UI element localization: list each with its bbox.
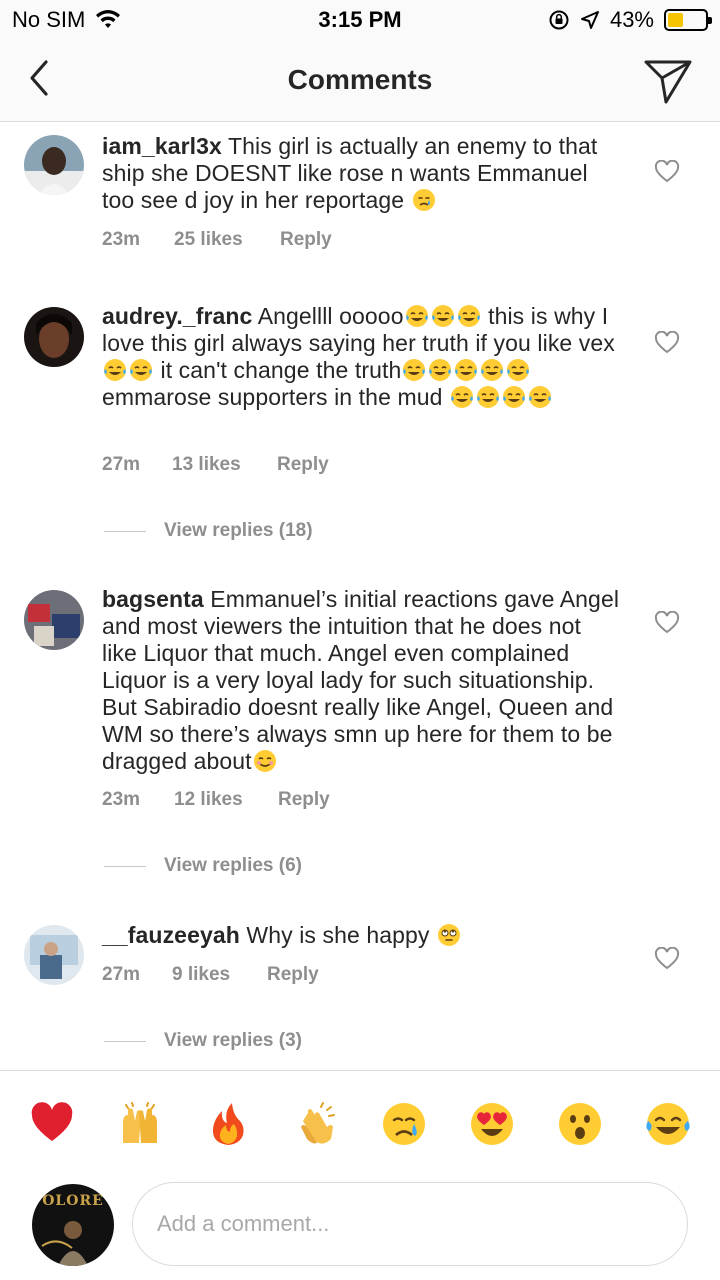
current-user-avatar[interactable]: OLORE xyxy=(32,1184,114,1266)
red-heart-icon[interactable] xyxy=(29,1101,75,1147)
quick-reactions-bar xyxy=(0,1070,720,1176)
like-heart-icon[interactable] xyxy=(654,947,680,971)
heart-eyes-icon[interactable] xyxy=(469,1101,515,1147)
comment-username[interactable]: __fauzeeyah xyxy=(102,922,240,948)
smiling-blush-icon xyxy=(253,750,276,772)
battery-level xyxy=(668,13,684,27)
tears-of-joy-icon xyxy=(130,359,152,381)
comment-body: it can't change the truth xyxy=(154,357,402,383)
avatar[interactable] xyxy=(24,135,84,195)
crying-face-icon xyxy=(412,189,435,211)
tears-of-joy-icon xyxy=(481,359,504,381)
tears-of-joy-icon xyxy=(405,305,428,327)
comment-likes[interactable]: 25 likes xyxy=(174,229,280,251)
orientation-lock-icon xyxy=(549,10,569,30)
tears-of-joy-icon xyxy=(477,386,499,408)
comment-text: __fauzeeyah Why is she happy xyxy=(102,922,622,949)
tears-of-joy-icon xyxy=(455,359,478,381)
status-right: 43% xyxy=(548,7,712,33)
direct-send-button[interactable] xyxy=(642,54,694,106)
avatar[interactable] xyxy=(24,307,84,367)
tears-of-joy-icon xyxy=(429,359,452,381)
reply-button[interactable]: Reply xyxy=(267,964,319,986)
comment-meta: 27m 13 likes Reply xyxy=(102,454,329,476)
fire-icon[interactable] xyxy=(205,1101,251,1147)
comment-body: Angellll ooooo xyxy=(257,303,404,329)
view-replies-button[interactable]: View replies (18) xyxy=(104,520,313,542)
raising-hands-icon[interactable] xyxy=(117,1101,163,1147)
paper-plane-icon xyxy=(644,60,692,104)
tears-of-joy-icon xyxy=(431,305,454,327)
tears-of-joy-icon xyxy=(403,359,426,381)
comment-body: Emmanuel’s initial reactions gave Angel … xyxy=(102,586,620,774)
comment-time: 27m xyxy=(102,454,141,475)
view-replies-button[interactable]: View replies (3) xyxy=(104,1030,302,1052)
comment-username[interactable]: bagsenta xyxy=(102,586,204,612)
reply-button[interactable]: Reply xyxy=(280,229,332,251)
divider-line xyxy=(104,865,146,867)
tears-of-joy-icon xyxy=(104,359,126,381)
tears-of-joy-icon xyxy=(451,386,473,408)
comment-meta: 23m 12 likes Reply xyxy=(102,789,330,811)
view-replies-label: View replies (6) xyxy=(164,855,302,876)
tears-of-joy-icon[interactable] xyxy=(645,1101,691,1147)
reply-button[interactable]: Reply xyxy=(277,454,329,476)
avatar[interactable] xyxy=(24,925,84,985)
comment-likes[interactable]: 9 likes xyxy=(172,964,267,986)
comments-list[interactable]: iam_karl3x This girl is actually an enem… xyxy=(0,123,720,1070)
like-heart-icon[interactable] xyxy=(654,160,680,184)
divider-line xyxy=(104,1040,146,1042)
location-arrow-icon xyxy=(580,11,599,29)
view-replies-label: View replies (3) xyxy=(164,1030,302,1051)
comment-likes[interactable]: 13 likes xyxy=(172,454,277,476)
comment-meta: 27m 9 likes Reply xyxy=(102,964,319,986)
comment-body: Why is she happy xyxy=(246,922,430,948)
tears-of-joy-icon xyxy=(507,359,530,381)
battery-icon xyxy=(664,9,712,31)
comment-likes[interactable]: 12 likes xyxy=(174,789,278,811)
comment-username[interactable]: audrey._franc xyxy=(102,303,252,329)
divider-line xyxy=(104,530,146,532)
comment-text: bagsenta Emmanuel’s initial reactions ga… xyxy=(102,586,622,775)
battery-percent: 43% xyxy=(609,7,654,32)
comment-meta: 23m 25 likes Reply xyxy=(102,229,332,251)
tears-of-joy-icon xyxy=(457,305,480,327)
clapping-hands-icon[interactable] xyxy=(293,1101,339,1147)
comment-time: 23m xyxy=(102,229,141,250)
like-heart-icon[interactable] xyxy=(654,331,680,355)
comment-input[interactable] xyxy=(132,1182,688,1266)
avatar[interactable] xyxy=(24,590,84,650)
comment-composer: OLORE xyxy=(0,1176,720,1280)
tears-of-joy-icon xyxy=(503,386,525,408)
nav-bar: Comments xyxy=(0,40,720,122)
crying-face-icon[interactable] xyxy=(381,1101,427,1147)
comment-text: iam_karl3x This girl is actually an enem… xyxy=(102,133,622,214)
comment-text: audrey._franc Angellll ooooo this is why… xyxy=(102,303,622,411)
eye-roll-icon xyxy=(438,924,461,946)
comment-body: emmarose supporters in the mud xyxy=(102,384,443,410)
comment-time: 27m xyxy=(102,964,141,985)
view-replies-label: View replies (18) xyxy=(164,520,313,541)
like-heart-icon[interactable] xyxy=(654,611,680,635)
tears-of-joy-icon xyxy=(529,386,551,408)
reply-button[interactable]: Reply xyxy=(278,789,330,811)
view-replies-button[interactable]: View replies (6) xyxy=(104,855,302,877)
page-title: Comments xyxy=(287,64,433,95)
comment-username[interactable]: iam_karl3x xyxy=(102,133,222,159)
comment-time: 23m xyxy=(102,789,141,810)
astonished-face-icon[interactable] xyxy=(557,1101,603,1147)
status-bar: No SIM 3:15 PM 43% xyxy=(0,0,720,40)
